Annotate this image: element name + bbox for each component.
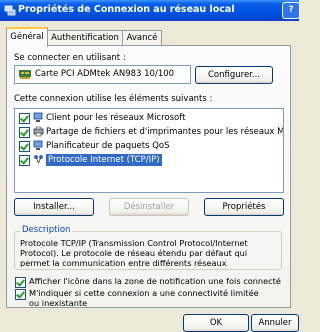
network-client-icon — [33, 112, 43, 122]
tab-general[interactable]: Général — [6, 27, 48, 47]
cancel-button[interactable]: Annuler — [251, 314, 299, 332]
window-title: Propriétés de Connexion au réseau local — [18, 4, 235, 15]
description-title: Description — [20, 225, 73, 235]
list-item[interactable]: Planificateur de paquets QoS — [17, 139, 281, 153]
network-card-icon — [19, 70, 31, 79]
component-label: Partage de fichiers et d'imprimantes pou… — [46, 127, 284, 137]
list-item[interactable]: Client pour les réseaux Microsoft — [17, 111, 281, 125]
component-checkbox[interactable] — [19, 113, 30, 124]
show-icon-checkbox[interactable] — [15, 277, 26, 288]
components-list[interactable]: Client pour les réseaux Microsoft Partag… — [14, 108, 284, 193]
connect-using-label: Se connecter en utilisant : — [14, 53, 126, 63]
component-checkbox[interactable] — [19, 141, 30, 152]
list-item[interactable]: Partage de fichiers et d'imprimantes pou… — [17, 125, 284, 139]
tab-authentication[interactable]: Authentification — [46, 30, 124, 46]
list-item[interactable]: Protocole Internet (TCP/IP) — [17, 153, 281, 167]
network-connection-icon — [4, 5, 16, 16]
adapter-name: Carte PCI ADMtek AN983 10/100 — [35, 69, 175, 79]
components-label: Cette connexion utilise les éléments sui… — [14, 94, 213, 104]
tab-advanced[interactable]: Avancé — [122, 30, 162, 46]
component-label: Planificateur de paquets QoS — [46, 141, 170, 151]
notify-checkbox[interactable] — [15, 289, 26, 300]
printer-share-icon — [33, 126, 44, 137]
description-text: Protocole TCP/IP (Transmission Control P… — [20, 238, 248, 267]
component-label: Protocole Internet (TCP/IP) — [45, 153, 163, 167]
ok-button[interactable]: OK — [183, 314, 249, 332]
qos-scheduler-icon — [33, 140, 43, 150]
configure-button[interactable]: Configurer... — [195, 66, 273, 84]
protocol-icon — [34, 155, 43, 164]
component-label: Client pour les réseaux Microsoft — [46, 113, 186, 123]
uninstall-button[interactable]: Désinstaller — [109, 198, 189, 216]
component-checkbox[interactable] — [19, 127, 30, 138]
properties-dialog: Propriétés de Connexion au réseau local … — [0, 0, 300, 332]
component-checkbox[interactable] — [19, 155, 30, 166]
show-icon-label[interactable]: Afficher l'icône dans la zone de notific… — [29, 276, 281, 286]
notify-label[interactable]: M'indiquer si cette connexion a une conn… — [29, 288, 269, 308]
adapter-field: Carte PCI ADMtek AN983 10/100 — [14, 65, 191, 84]
title-bar[interactable]: Propriétés de Connexion au réseau local … — [0, 0, 300, 21]
install-button[interactable]: Installer... — [14, 198, 94, 216]
properties-button[interactable]: Propriétés — [204, 198, 284, 216]
help-button[interactable]: ? — [282, 2, 300, 19]
